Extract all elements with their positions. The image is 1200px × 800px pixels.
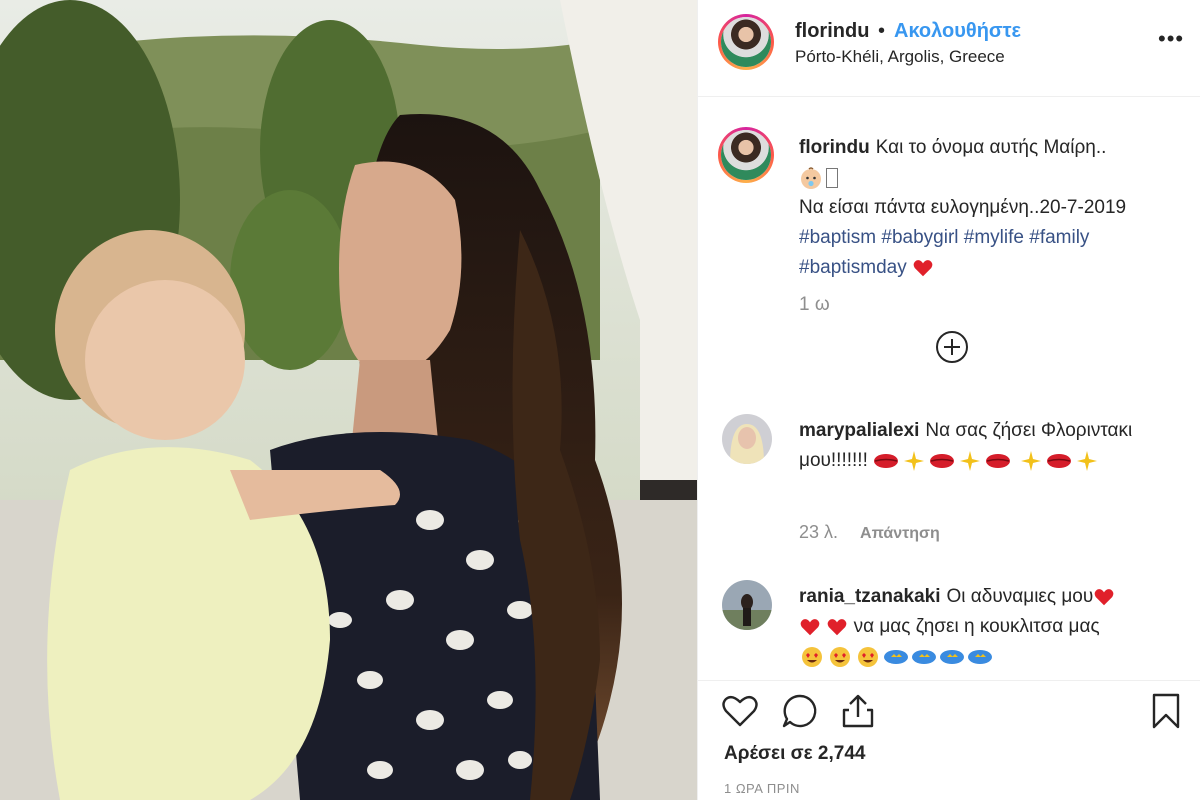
post-timestamp: 1 ΩΡΑ ΠΡΙΝ — [724, 781, 800, 796]
twin-hearts-emoji-icon — [940, 649, 964, 664]
plus-circle-icon[interactable] — [935, 330, 969, 364]
twin-hearts-emoji-icon — [884, 649, 908, 664]
emoji-row — [799, 646, 995, 667]
caption-username[interactable]: florindu — [799, 137, 870, 158]
kiss-lips-emoji-icon — [874, 453, 899, 468]
more-dots-icon[interactable]: ••• — [1158, 26, 1184, 52]
bookmark-icon[interactable] — [1146, 691, 1186, 731]
heart-outline-icon[interactable] — [720, 691, 760, 731]
post-photo[interactable] — [0, 0, 697, 800]
heart-eyes-emoji-icon — [802, 646, 822, 667]
hashtag-babygirl[interactable]: #babygirl — [881, 227, 958, 248]
missing-glyph-icon — [826, 167, 838, 188]
speech-bubble-icon[interactable] — [780, 691, 820, 731]
reply-button[interactable]: Απάντηση — [860, 525, 940, 542]
twin-hearts-emoji-icon — [912, 649, 936, 664]
comment-body-part-1: Οι αδυναμιες μου — [946, 586, 1094, 607]
sparkles-emoji-icon — [1021, 450, 1042, 471]
caption-text: florindu Και το όνομα αυτής Μαίρη.. Να εί… — [799, 133, 1169, 283]
hashtag-family[interactable]: #family — [1029, 227, 1089, 248]
post-actions: Αρέσει σε 2,744 1 ΩΡΑ ΠΡΙΝ — [698, 680, 1200, 800]
emoji-row — [873, 450, 1102, 471]
red-heart-emoji-icon — [1094, 589, 1114, 606]
red-heart-emoji-icon — [913, 260, 933, 277]
caption-line-1: Και το όνομα αυτής Μαίρη.. — [875, 137, 1107, 158]
share-upload-icon[interactable] — [838, 691, 878, 731]
likes-count[interactable]: Αρέσει σε 2,744 — [724, 743, 865, 765]
kiss-lips-emoji-icon — [1047, 453, 1072, 468]
comment-body-part-2: να μας ζησει η κουκλιτσα μας — [853, 616, 1100, 637]
hashtag-baptismday[interactable]: #baptismday — [799, 257, 907, 278]
caption-author-avatar[interactable] — [718, 127, 774, 183]
comment-text: rania_tzanakaki Οι αδυναμιες μου να μας ζ… — [799, 582, 1159, 672]
heart-eyes-emoji-icon — [858, 646, 878, 667]
sparkles-emoji-icon — [904, 450, 925, 471]
post-side-panel: florindu • Ακολουθήστε Pórto-Khéli, Argo… — [697, 0, 1200, 800]
instagram-post: florindu • Ακολουθήστε Pórto-Khéli, Argo… — [0, 0, 1200, 800]
baby-emoji-icon — [801, 167, 821, 189]
comment-text: marypalialexi Να σας ζήσει Φλοριντακι μου… — [799, 416, 1159, 476]
red-heart-emoji-icon — [827, 619, 847, 636]
commenter-username[interactable]: marypalialexi — [799, 420, 919, 441]
commenter-avatar[interactable] — [722, 580, 772, 630]
comment-likes-count[interactable]: 23 λ. — [799, 522, 838, 542]
post-header: florindu • Ακολουθήστε Pórto-Khéli, Argo… — [698, 0, 1200, 97]
comment-meta: 23 λ. Απάντηση — [799, 522, 940, 543]
caption-line-2: Να είσαι πάντα ευλογημένη..20-7-2019 — [799, 197, 1127, 218]
author-avatar[interactable] — [718, 14, 774, 70]
separator-dot: • — [878, 20, 886, 42]
kiss-lips-emoji-icon — [930, 453, 955, 468]
sparkles-emoji-icon — [1077, 450, 1098, 471]
red-heart-emoji-icon — [800, 619, 820, 636]
hashtag-baptism[interactable]: #baptism — [799, 227, 876, 248]
commenter-avatar[interactable] — [722, 414, 772, 464]
hashtag-mylife[interactable]: #mylife — [964, 227, 1024, 248]
photo-illustration — [0, 0, 697, 800]
commenter-username[interactable]: rania_tzanakaki — [799, 586, 941, 607]
post-location[interactable]: Pórto-Khéli, Argolis, Greece — [795, 47, 1005, 67]
twin-hearts-emoji-icon — [968, 649, 992, 664]
heart-eyes-emoji-icon — [830, 646, 850, 667]
caption-time: 1 ω — [799, 294, 830, 315]
kiss-lips-emoji-icon — [986, 453, 1011, 468]
author-username[interactable]: florindu — [795, 20, 869, 43]
sparkles-emoji-icon — [960, 450, 981, 471]
follow-button[interactable]: Ακολουθήστε — [894, 20, 1021, 43]
